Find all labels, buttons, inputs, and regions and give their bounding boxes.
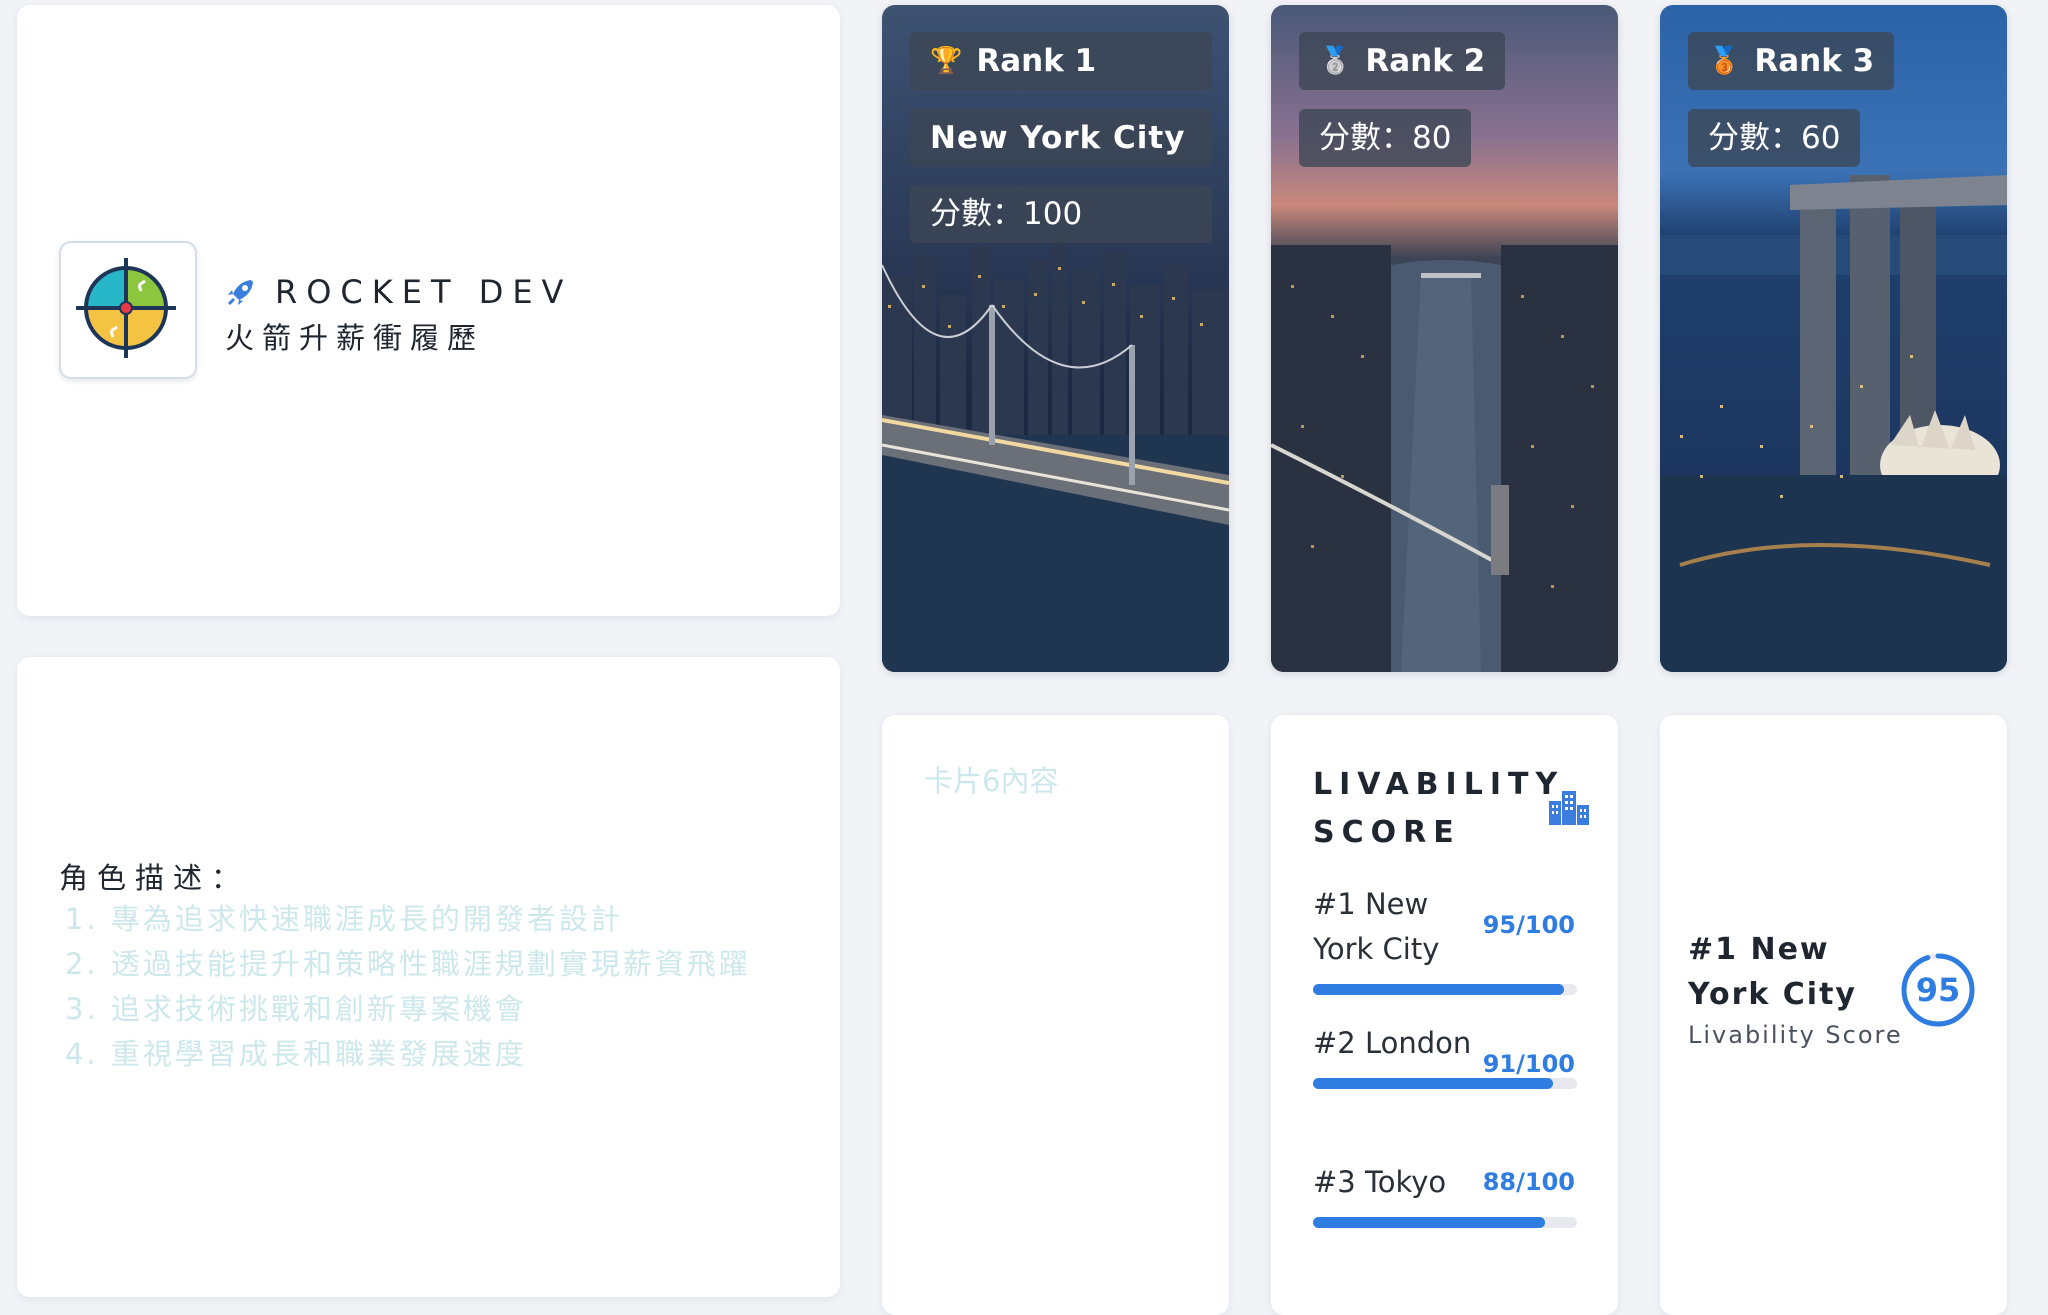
progress-track [1313, 984, 1577, 995]
livability-score: 95/100 [1482, 911, 1575, 939]
brand-subtitle: 火箭升薪衝履歷 [225, 321, 485, 355]
top-city-card: #1 New York City Livability Score 95 [1660, 715, 2007, 1315]
score-label: 分數：80 [1319, 120, 1452, 156]
rank-card-3[interactable]: 🥉 Rank 3 分數：60 [1660, 5, 2007, 672]
city-photo [1271, 5, 1618, 672]
progress-bar [1313, 1078, 1554, 1089]
crosshair-logo-icon [76, 258, 176, 358]
score-label: 分數：100 [930, 196, 1083, 232]
livability-row: #3 Tokyo 88/100 [1313, 1160, 1577, 1228]
bronze-medal-icon: 🥉 [1708, 46, 1741, 76]
city-photo [1660, 5, 2007, 672]
score-badge: 分數：60 [1688, 109, 1861, 167]
rank-card-2[interactable]: 🥈 Rank 2 分數：80 [1271, 5, 1618, 672]
score-badge: 分數：80 [1299, 109, 1472, 167]
livability-card: LIVABILITY SCORE #1 New York City 95/100… [1271, 715, 1618, 1315]
city-label: New York City [930, 120, 1186, 156]
rank-badge: 🥉 Rank 3 [1688, 32, 1895, 90]
trophy-icon: 🏆 [930, 46, 963, 76]
rank-label: Rank 2 [1365, 43, 1486, 79]
card-6-content: 卡片6內容 [924, 764, 1059, 798]
list-item: 3. 追求技術挑戰和創新專案機會 [65, 992, 527, 1026]
rank-badge: 🏆 Rank 1 [910, 32, 1212, 90]
livability-score: 88/100 [1482, 1168, 1575, 1196]
logo [59, 241, 197, 379]
list-item: 1. 專為追求快速職涯成長的開發者設計 [65, 902, 623, 936]
score-label: 分數：60 [1708, 120, 1841, 156]
livability-row: #2 London 91/100 [1313, 1021, 1577, 1089]
role-list: 1. 專為追求快速職涯成長的開發者設計 2. 透過技能提升和策略性職涯規劃實現薪… [65, 897, 751, 1077]
list-item: 4. 重視學習成長和職業發展速度 [65, 1037, 527, 1071]
livability-title: LIVABILITY SCORE [1313, 767, 1565, 850]
progress-track [1313, 1078, 1577, 1089]
livability-city: #2 London [1313, 1026, 1472, 1060]
rank-card-1[interactable]: 🏆 Rank 1 New York City 分數：100 [882, 5, 1229, 672]
top-city-name: #1 New York City [1688, 932, 1857, 1012]
rank-badge: 🥈 Rank 2 [1299, 32, 1506, 90]
progress-bar [1313, 1217, 1546, 1228]
list-item: 2. 透過技能提升和策略性職涯規劃實現薪資飛躍 [65, 947, 751, 981]
progress-track [1313, 1217, 1577, 1228]
livability-city: #1 New York City [1313, 887, 1440, 966]
brand-card: ROCKET DEV 火箭升薪衝履歷 [17, 5, 840, 616]
livability-row: #1 New York City 95/100 [1313, 882, 1577, 995]
card-6: 卡片6內容 [882, 715, 1229, 1315]
livability-score: 91/100 [1482, 1050, 1575, 1078]
brand-name: ROCKET DEV [275, 273, 573, 311]
rank-label: Rank 1 [976, 43, 1097, 79]
top-city-label: Livability Score [1688, 1021, 1903, 1049]
silver-medal-icon: 🥈 [1319, 46, 1352, 76]
progress-bar [1313, 984, 1564, 995]
role-title: 角色描述： [59, 861, 250, 895]
score-badge: 分數：100 [910, 185, 1212, 243]
city-name: New York City [910, 109, 1212, 167]
rocket-icon [227, 280, 253, 306]
city-icon [1549, 791, 1589, 825]
score-value: 95 [1915, 971, 1961, 1009]
rank-label: Rank 3 [1754, 43, 1875, 79]
role-card: 角色描述： 1. 專為追求快速職涯成長的開發者設計 2. 透過技能提升和策略性職… [17, 657, 840, 1297]
city-photo [882, 5, 1229, 672]
